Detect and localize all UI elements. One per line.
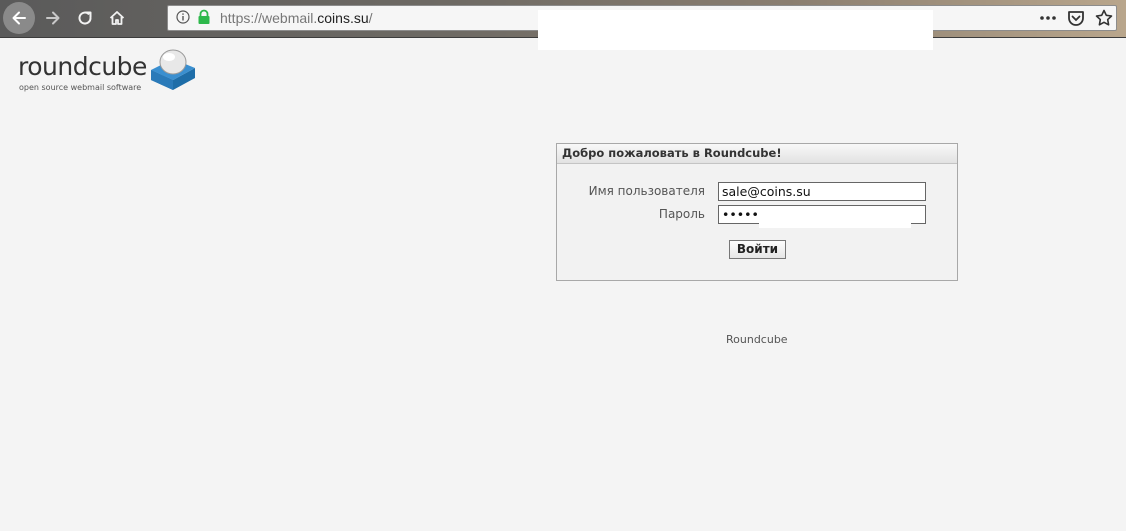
home-icon — [109, 11, 125, 25]
address-bar[interactable]: https://webmail.coins.su/ — [167, 5, 1117, 50]
back-button[interactable] — [3, 2, 35, 34]
url-scheme: https://webmail. — [220, 10, 318, 26]
pocket-icon[interactable] — [1066, 8, 1086, 28]
back-arrow-icon — [12, 11, 26, 25]
login-button[interactable]: Войти — [729, 240, 786, 259]
url-redaction — [538, 10, 933, 50]
roundcube-logo[interactable]: roundcube open source webmail software — [18, 46, 203, 96]
cube-icon — [151, 49, 195, 90]
password-label: Пароль — [658, 207, 705, 221]
forward-arrow-icon — [46, 11, 60, 25]
lock-icon[interactable] — [197, 9, 211, 25]
reload-icon — [78, 11, 92, 25]
info-icon[interactable] — [176, 10, 190, 24]
username-input[interactable] — [718, 182, 926, 201]
more-dots-icon[interactable] — [1038, 8, 1058, 28]
login-title: Добро пожаловать в Roundcube! — [557, 144, 957, 164]
logo-wordmark: roundcube — [18, 52, 147, 81]
login-form: Добро пожаловать в Roundcube! Имя пользо… — [556, 143, 958, 281]
password-redaction — [759, 206, 911, 228]
home-button[interactable] — [102, 3, 132, 33]
url-host: coins.su — [317, 10, 369, 26]
url-path: / — [368, 10, 373, 26]
browser-toolbar: https://webmail.coins.su/ — [0, 0, 1126, 50]
reload-button[interactable] — [70, 3, 100, 33]
url-text[interactable]: https://webmail.coins.su/ — [220, 10, 373, 26]
footer-product-name: Roundcube — [726, 333, 788, 346]
star-icon[interactable] — [1094, 8, 1114, 28]
logo-tagline: open source webmail software — [19, 83, 142, 92]
forward-button[interactable] — [38, 3, 68, 33]
username-label: Имя пользователя — [588, 184, 705, 198]
